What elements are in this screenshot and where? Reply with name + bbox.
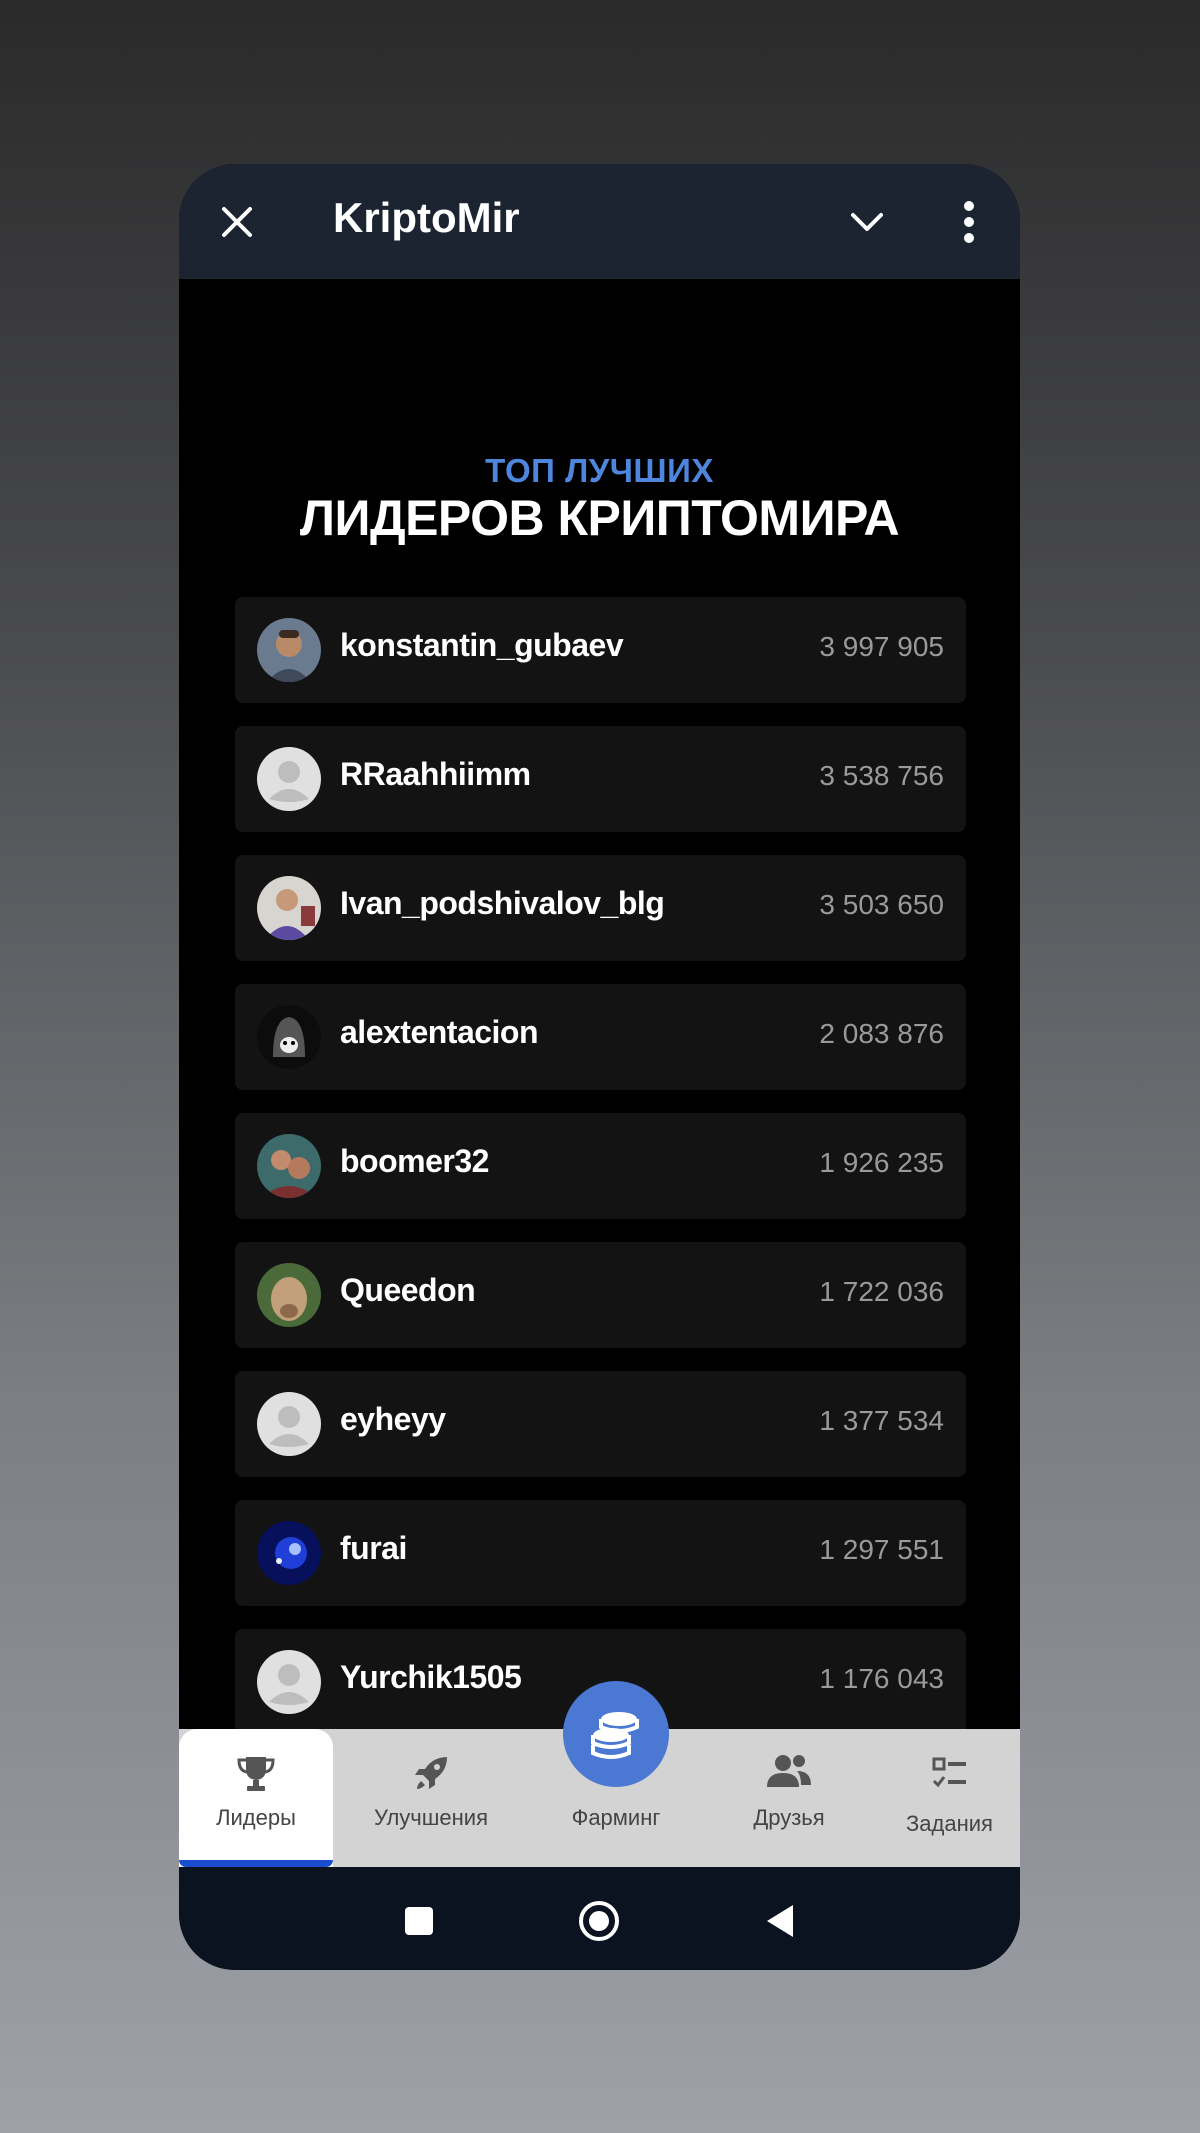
back-icon[interactable]	[763, 1902, 797, 1940]
title-bar: KriptoMir	[179, 164, 1020, 279]
tab-label: Друзья	[753, 1805, 825, 1830]
leader-row[interactable]: alextentacion 2 083 876	[235, 984, 966, 1090]
trophy-icon	[237, 1757, 275, 1791]
avatar	[257, 618, 321, 682]
username: furai	[340, 1530, 407, 1566]
tab-tasks[interactable]: Задания	[879, 1729, 1020, 1867]
score: 1 926 235	[819, 1147, 944, 1178]
tab-farming-label: Фарминг	[571, 1805, 661, 1830]
leaderboard-screen: ТОП ЛУЧШИХ ЛИДЕРОВ КРИПТОМИРА konstantin…	[179, 279, 1020, 1893]
score: 3 503 650	[819, 889, 944, 920]
username: konstantin_gubaev	[340, 627, 624, 663]
farming-button[interactable]	[563, 1681, 669, 1787]
score: 3 997 905	[819, 631, 944, 662]
leader-row[interactable]: Queedon 1 722 036	[235, 1242, 966, 1348]
people-icon	[767, 1755, 811, 1787]
more-vertical-icon[interactable]	[959, 198, 979, 246]
tab-label: Задания	[906, 1811, 993, 1836]
system-navigation-bar	[179, 1867, 1020, 1970]
leader-row[interactable]: Ivan_podshivalov_blg 3 503 650	[235, 855, 966, 961]
leader-row[interactable]: boomer32 1 926 235	[235, 1113, 966, 1219]
tab-leaders[interactable]: Лидеры	[179, 1729, 333, 1867]
app-title: KriptoMir	[333, 194, 520, 241]
username: Ivan_podshivalov_blg	[340, 885, 665, 921]
leader-row[interactable]: konstantin_gubaev 3 997 905	[235, 597, 966, 703]
leaderboard-subtitle: ТОП ЛУЧШИХ	[485, 452, 714, 489]
coins-icon	[591, 1712, 639, 1759]
score: 1 377 534	[819, 1405, 944, 1436]
rocket-icon	[415, 1757, 447, 1789]
leader-row[interactable]: RRaahhiimm 3 538 756	[235, 726, 966, 832]
username: Yurchik1505	[340, 1659, 522, 1695]
default-avatar-icon	[257, 1392, 321, 1456]
username: alextentacion	[340, 1014, 539, 1050]
username: RRaahhiimm	[340, 756, 531, 792]
avatar	[257, 876, 321, 940]
score: 3 538 756	[819, 760, 944, 791]
score: 1 297 551	[819, 1534, 944, 1565]
avatar	[257, 1134, 321, 1198]
score: 1 176 043	[819, 1663, 944, 1694]
leader-row[interactable]: furai 1 297 551	[235, 1500, 966, 1606]
score: 1 722 036	[819, 1276, 944, 1307]
username: Queedon	[340, 1272, 476, 1308]
default-avatar-icon	[257, 1650, 321, 1714]
leaderboard-title: ЛИДЕРОВ КРИПТОМИРА	[299, 490, 900, 546]
avatar	[257, 1263, 321, 1327]
avatar	[257, 1521, 321, 1585]
app-window: KriptoMir ТОП ЛУЧШИХ ЛИДЕРОВ КРИПТОМИРА …	[179, 164, 1020, 1970]
close-icon[interactable]	[216, 201, 258, 243]
chevron-down-icon[interactable]	[847, 202, 887, 242]
recent-apps-icon[interactable]	[403, 1905, 435, 1937]
tab-upgrades[interactable]: Улучшения	[359, 1729, 503, 1867]
username: eyheyy	[340, 1401, 446, 1437]
tab-label: Улучшения	[373, 1805, 489, 1830]
tab-friends[interactable]: Друзья	[724, 1729, 854, 1867]
home-icon[interactable]	[577, 1899, 621, 1943]
score: 2 083 876	[819, 1018, 944, 1049]
avatar	[257, 1005, 321, 1069]
checklist-icon	[932, 1757, 966, 1788]
leader-row[interactable]: eyheyy 1 377 534	[235, 1371, 966, 1477]
username: boomer32	[340, 1143, 489, 1179]
default-avatar-icon	[257, 747, 321, 811]
tab-label: Лидеры	[216, 1805, 296, 1830]
